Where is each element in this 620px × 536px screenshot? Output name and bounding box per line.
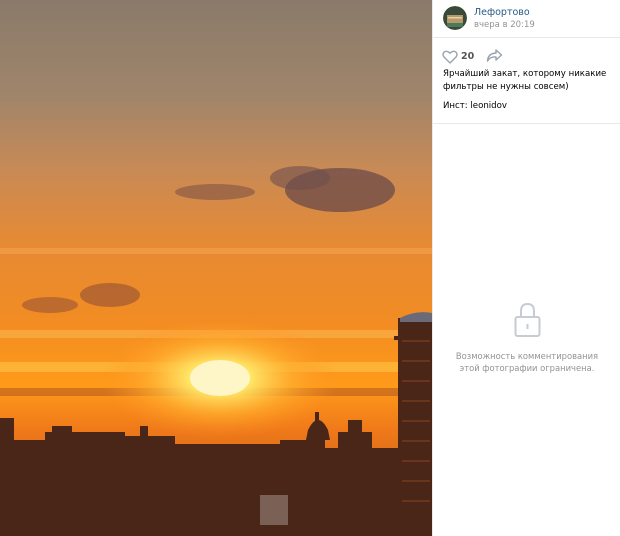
lock-icon [514,302,541,338]
sunset-photo [0,0,432,536]
heart-icon [442,50,458,64]
post-date[interactable]: вчера в 20:19 [474,20,535,30]
comments-restricted-notice: Возможность комментирования этой фотогра… [455,351,599,373]
post-photo[interactable] [0,0,432,536]
share-button[interactable] [486,48,503,63]
like-button[interactable] [442,49,458,64]
like-count: 20 [461,51,475,62]
divider [433,123,620,124]
author-name[interactable]: Лефортово [474,7,530,18]
post-header: Лефортово вчера в 20:19 [433,0,620,38]
post-sidebar: Лефортово вчера в 20:19 20 Ярчайший зака… [432,0,620,536]
share-arrow-icon [486,49,503,62]
instagram-credit: Инст: leonidov [443,101,507,111]
post-text: Ярчайший закат, которому никакие фильтры… [443,69,607,92]
avatar[interactable] [443,6,467,30]
